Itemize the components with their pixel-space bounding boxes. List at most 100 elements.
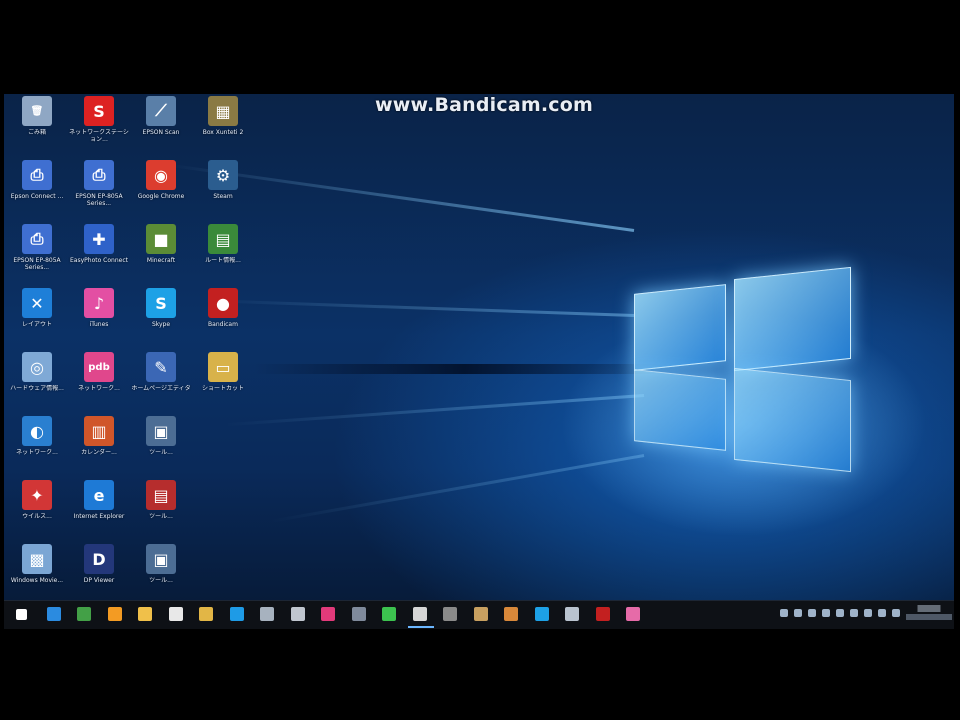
desktop-shortcut-label: ネットワークステーション...	[69, 129, 129, 143]
tray-app-3-icon[interactable]	[850, 609, 858, 617]
desktop-shortcut[interactable]: ⟋ EPSON Scan	[130, 96, 192, 143]
folder-icon: ▭	[208, 352, 238, 382]
desktop-shortcut[interactable]: e Internet Explorer	[68, 480, 130, 527]
desktop-shortcut[interactable]: ⎙ Epson Connect ...	[6, 160, 68, 207]
logo-pane-top-left	[634, 284, 726, 371]
desktop-shortcut[interactable]: ● Bandicam	[192, 288, 254, 335]
app-taskbar-icon-9[interactable]	[565, 607, 579, 621]
clock-time-icon	[906, 605, 952, 612]
desktop-shortcut[interactable]: ◎ ハードウェア情報...	[6, 352, 68, 399]
desktop-shortcut[interactable]: ⎙ EPSON EP-805A Series...	[6, 224, 68, 271]
epson-connect-icon: ⎙	[22, 160, 52, 190]
desktop-shortcut-label: Skype	[151, 321, 171, 328]
desktop-shortcut[interactable]: ✕ レイアウト	[6, 288, 68, 335]
desktop-shortcut-label: iTunes	[89, 321, 109, 328]
desktop-shortcut[interactable]: ▤ ルート情報...	[192, 224, 254, 271]
desktop-shortcut-label: ルート情報...	[205, 257, 241, 264]
desktop-shortcut[interactable]: ⚙ Steam	[192, 160, 254, 207]
desktop-shortcut[interactable]: S ネットワークステーション...	[68, 96, 130, 143]
app-taskbar-icon-7[interactable]	[473, 607, 488, 621]
xmind-taskbar-icon[interactable]	[229, 607, 244, 621]
desktop-shortcut[interactable]: ▦ Box Xunteti 2	[192, 96, 254, 143]
app-taskbar-icon-6[interactable]	[443, 607, 457, 621]
network-icon: ◐	[22, 416, 52, 446]
tray-line-icon[interactable]	[822, 609, 830, 617]
light-beam	[204, 298, 635, 317]
desktop-shortcut[interactable]: 🗑 ごみ箱	[6, 96, 68, 143]
desktop-shortcut[interactable]: ✚ EasyPhoto Connect	[68, 224, 130, 271]
desktop-shortcut[interactable]: ▥ カレンダー...	[68, 416, 130, 463]
bandicam-taskbar-icon[interactable]	[595, 607, 610, 621]
edge-icon[interactable]	[46, 607, 61, 621]
desktop-shortcut[interactable]: pdb ネットワーク...	[68, 352, 130, 399]
desktop-shortcut[interactable]: ◉ Google Chrome	[130, 160, 192, 207]
desktop-shortcut[interactable]: ✎ ホームページエディタ	[130, 352, 192, 399]
tray-chevron-icon[interactable]	[780, 609, 788, 617]
desktop-shortcut-label: ごみ箱	[27, 129, 46, 136]
bandicam-watermark: www.Bandicam.com	[374, 94, 594, 116]
app-taskbar-icon-2[interactable]	[290, 607, 305, 621]
blank-slot	[208, 416, 238, 446]
desktop-shortcut-label: DP Viewer	[83, 577, 115, 584]
app-taskbar-icon-1[interactable]	[260, 607, 274, 621]
file-explorer-icon[interactable]	[138, 607, 152, 621]
settings-tool-icon: ▣	[146, 416, 176, 446]
light-beam	[224, 394, 645, 427]
desktop-shortcut-label: ホームページエディタ	[131, 385, 191, 392]
tray-ime-icon[interactable]	[878, 609, 886, 617]
app-taskbar-icon-5[interactable]	[412, 607, 427, 621]
desktop-shortcut-label: EPSON Scan	[142, 129, 180, 136]
horizon-shadow	[254, 364, 674, 374]
active-indicator	[408, 626, 434, 628]
tray-network-icon[interactable]	[794, 609, 802, 617]
desktop-shortcut[interactable]: ✦ ウイルス...	[6, 480, 68, 527]
app-taskbar-icon-4[interactable]	[351, 607, 366, 621]
desktop-shortcut-label: Internet Explorer	[73, 513, 125, 520]
desktop-shortcut-label: レイアウト	[21, 321, 52, 328]
bandicam-icon: ●	[208, 288, 238, 318]
clock[interactable]	[906, 605, 952, 620]
desktop-shortcut[interactable]: ▣ ツール...	[130, 416, 192, 463]
desktop-shortcut[interactable]: ▩ Windows Movie...	[6, 544, 68, 591]
windows-logo	[624, 259, 859, 474]
skype-taskbar-icon[interactable]	[534, 607, 549, 621]
desktop-shortcut[interactable]: ■ Minecraft	[130, 224, 192, 271]
epson-printer-icon: ⎙	[84, 160, 114, 190]
tray-app-2-icon[interactable]	[836, 609, 844, 617]
firefox-taskbar-icon[interactable]	[107, 607, 122, 621]
tray-notification-icon[interactable]	[892, 609, 900, 617]
tool-shortcut-icon: ▣	[146, 544, 176, 574]
store-icon[interactable]	[168, 607, 183, 621]
desktop-shortcut-label: ネットワーク...	[16, 449, 58, 456]
desktop-shortcut[interactable]: ▤ ツール...	[130, 480, 192, 527]
tray-volume-icon[interactable]	[864, 609, 872, 617]
start-button-icon[interactable]	[16, 609, 27, 620]
folder-taskbar-icon[interactable]	[199, 607, 213, 621]
d-app-icon: D	[84, 544, 114, 574]
editor-app-icon: ✎	[146, 352, 176, 382]
desktop-shortcut[interactable]: ▣ ツール...	[130, 544, 192, 591]
desktop-shortcut-label	[192, 449, 254, 463]
desktop-shortcut-label: Epson Connect ...	[10, 193, 64, 200]
line-icon[interactable]	[382, 607, 396, 621]
pink-app-taskbar-icon[interactable]	[626, 607, 640, 621]
chrome-taskbar-icon[interactable]	[77, 607, 91, 621]
desktop-shortcut[interactable]: ⎙ EPSON EP-805A Series...	[68, 160, 130, 207]
desktop-shortcut[interactable]: D DP Viewer	[68, 544, 130, 591]
desktop-shortcut-label: ツール...	[149, 449, 173, 456]
desktop-shortcut-label: ツール...	[149, 577, 173, 584]
box-icon: ▦	[208, 96, 238, 126]
desktop-shortcut-label: EasyPhoto Connect	[70, 257, 128, 264]
desktop-shortcut[interactable]: ◐ ネットワーク...	[6, 416, 68, 463]
desktop-shortcut[interactable]: ▭ ショートカット	[192, 352, 254, 399]
desktop-shortcut[interactable]: ♪ iTunes	[68, 288, 130, 335]
desktop-shortcut[interactable]: S Skype	[130, 288, 192, 335]
app-green-icon: ▤	[208, 224, 238, 254]
xmind-icon: ✕	[22, 288, 52, 318]
desktop-shortcut-label: EPSON EP-805A Series...	[75, 193, 123, 207]
app-taskbar-icon-8[interactable]	[504, 607, 518, 621]
tray-app-icon[interactable]	[808, 609, 816, 617]
desktop-shortcut-label: ウイルス...	[22, 513, 52, 520]
desktop-shortcut-label: Steam	[213, 193, 233, 200]
app-taskbar-icon-3[interactable]	[321, 607, 335, 621]
